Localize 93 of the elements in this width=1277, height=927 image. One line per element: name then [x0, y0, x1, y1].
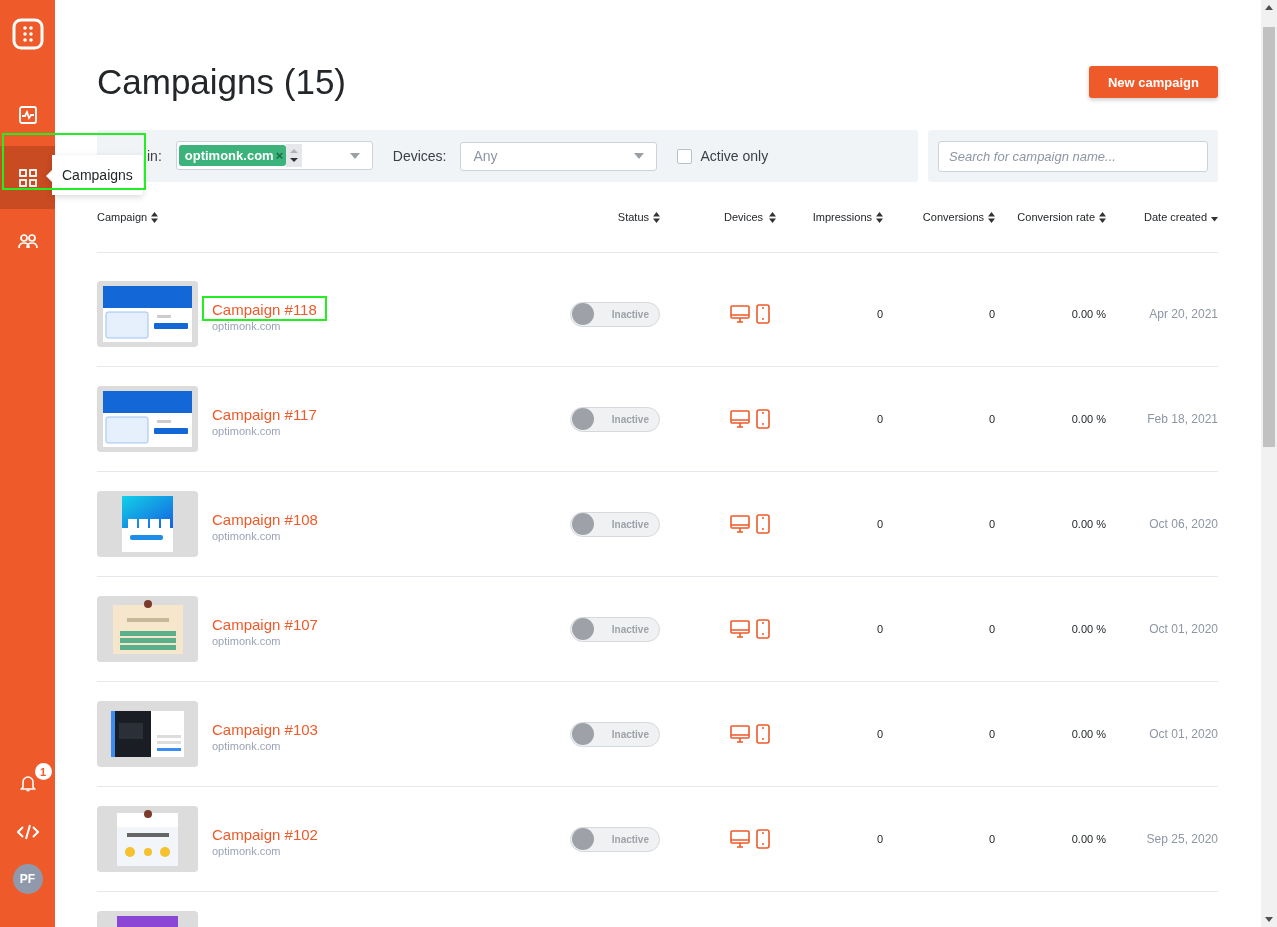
sort-icon	[1099, 211, 1106, 223]
table-cell-text: 0.00 %	[1070, 413, 1106, 425]
new-campaign-button[interactable]: New campaign	[1088, 66, 1218, 98]
column-header[interactable]: Impressions	[800, 211, 883, 223]
table-cell-text: Sep 25, 2020	[1145, 832, 1218, 846]
devices-select[interactable]: Any	[460, 141, 658, 171]
sort-icon	[769, 211, 777, 223]
table-cell-text: Oct 01, 2020	[1148, 727, 1218, 741]
table-cell-text: Oct 01, 2020	[1148, 622, 1218, 636]
column-header[interactable]: Conversions	[883, 211, 995, 223]
grid-icon	[17, 167, 38, 188]
column-header[interactable]: Campaign	[97, 211, 540, 223]
campaign-domain: optimonk.com	[211, 425, 281, 437]
domain-chip[interactable]: optimonk.com×	[178, 145, 287, 166]
table-cell-text: 0	[987, 413, 995, 425]
table-cell-text: 0	[875, 413, 883, 425]
caret-down-icon	[634, 153, 645, 159]
table-cell-text: Oct 06, 2020	[1148, 517, 1218, 531]
scroll-down-icon[interactable]	[1265, 917, 1273, 922]
table-cell-text: Feb 18, 2021	[1146, 412, 1218, 426]
campaign-domain: optimonk.com	[211, 320, 281, 332]
filter-label: in:	[147, 148, 162, 164]
campaign-domain: optimonk.com	[211, 635, 281, 647]
users-icon	[17, 232, 38, 249]
user-avatar[interactable]: PF	[12, 864, 43, 894]
desktop-icon	[730, 619, 750, 639]
table-cell-text: 0.00 %	[1070, 833, 1106, 845]
remove-chip-button[interactable]: ×	[275, 148, 284, 163]
table-cell-text: 0	[875, 623, 883, 635]
mobile-icon	[756, 829, 770, 849]
sort-icon	[151, 211, 159, 223]
table-cell-text: 0.00 %	[1070, 518, 1106, 530]
desktop-icon	[730, 829, 750, 849]
campaign-link[interactable]: Campaign #108	[202, 506, 328, 531]
notification-badge: 1	[34, 763, 52, 780]
status-toggle[interactable]: Inactive	[570, 616, 660, 642]
table-cell-text: 0	[875, 308, 883, 320]
desktop-icon	[730, 304, 750, 324]
table-cell-text: 0	[987, 518, 995, 530]
mobile-icon	[756, 724, 770, 744]
status-toggle[interactable]: Inactive	[570, 301, 660, 327]
sort-down-icon	[1211, 216, 1218, 222]
table-cell-text: 0	[875, 728, 883, 740]
mobile-icon	[756, 409, 770, 429]
status-toggle[interactable]: Inactive	[570, 826, 660, 852]
campaign-domain: optimonk.com	[211, 530, 281, 542]
mobile-icon	[756, 619, 770, 639]
desktop-icon	[730, 514, 750, 534]
page-title: Campaigns (15)	[97, 62, 346, 102]
desktop-icon	[730, 724, 750, 744]
logo-icon[interactable]	[11, 18, 44, 50]
activity-icon	[17, 104, 38, 125]
status-toggle[interactable]: Inactive	[570, 511, 660, 537]
table-cell-text: 0	[987, 833, 995, 845]
mobile-icon	[756, 514, 770, 534]
caret-down-icon	[349, 152, 360, 159]
column-header[interactable]: Devices	[700, 211, 800, 223]
column-header[interactable]: Conversion rate	[995, 211, 1106, 223]
domain-select[interactable]: optimonk.com×	[175, 141, 373, 170]
sort-icon	[653, 211, 660, 223]
column-header[interactable]: Status	[540, 211, 660, 223]
scroll-up-icon[interactable]	[1265, 5, 1273, 10]
table-cell-text: 0	[987, 308, 995, 320]
campaign-link[interactable]: Campaign #103	[202, 716, 328, 741]
campaign-link[interactable]: Campaign #117	[202, 401, 327, 426]
sort-icon	[876, 211, 883, 223]
active-only-checkbox[interactable]	[677, 148, 693, 164]
campaign-link[interactable]: Campaign #102	[202, 821, 328, 846]
bell-icon[interactable]	[19, 774, 36, 792]
checkbox-label: Active only	[700, 148, 769, 164]
status-toggle[interactable]: Inactive	[570, 406, 660, 432]
table-cell-text: 0.00 %	[1070, 728, 1106, 740]
table-cell-text: 0	[987, 728, 995, 740]
table-cell-text: 0.00 %	[1070, 308, 1106, 320]
code-icon[interactable]	[16, 824, 39, 840]
table-cell-text: 0	[875, 833, 883, 845]
table-cell-text: Apr 20, 2021	[1148, 307, 1218, 321]
table-cell-text: 0.00 %	[1070, 623, 1106, 635]
column-header[interactable]: Date created	[1106, 211, 1218, 223]
desktop-icon	[730, 409, 750, 429]
campaign-domain: optimonk.com	[211, 740, 281, 752]
status-toggle[interactable]: Inactive	[570, 721, 660, 747]
sort-icon	[988, 211, 995, 223]
campaign-link[interactable]: Campaign #107	[202, 611, 328, 636]
mobile-icon	[756, 304, 770, 324]
campaign-domain: optimonk.com	[211, 845, 281, 857]
stepper-icon	[286, 144, 303, 167]
scrollbar-thumb[interactable]	[1263, 27, 1275, 447]
filter-label: Devices:	[392, 148, 447, 164]
table-cell-text: 0	[987, 623, 995, 635]
table-cell-text: 0	[875, 518, 883, 530]
search-field[interactable]: Search for campaign name...	[938, 140, 1208, 172]
campaign-link[interactable]: Campaign #118	[202, 296, 327, 321]
